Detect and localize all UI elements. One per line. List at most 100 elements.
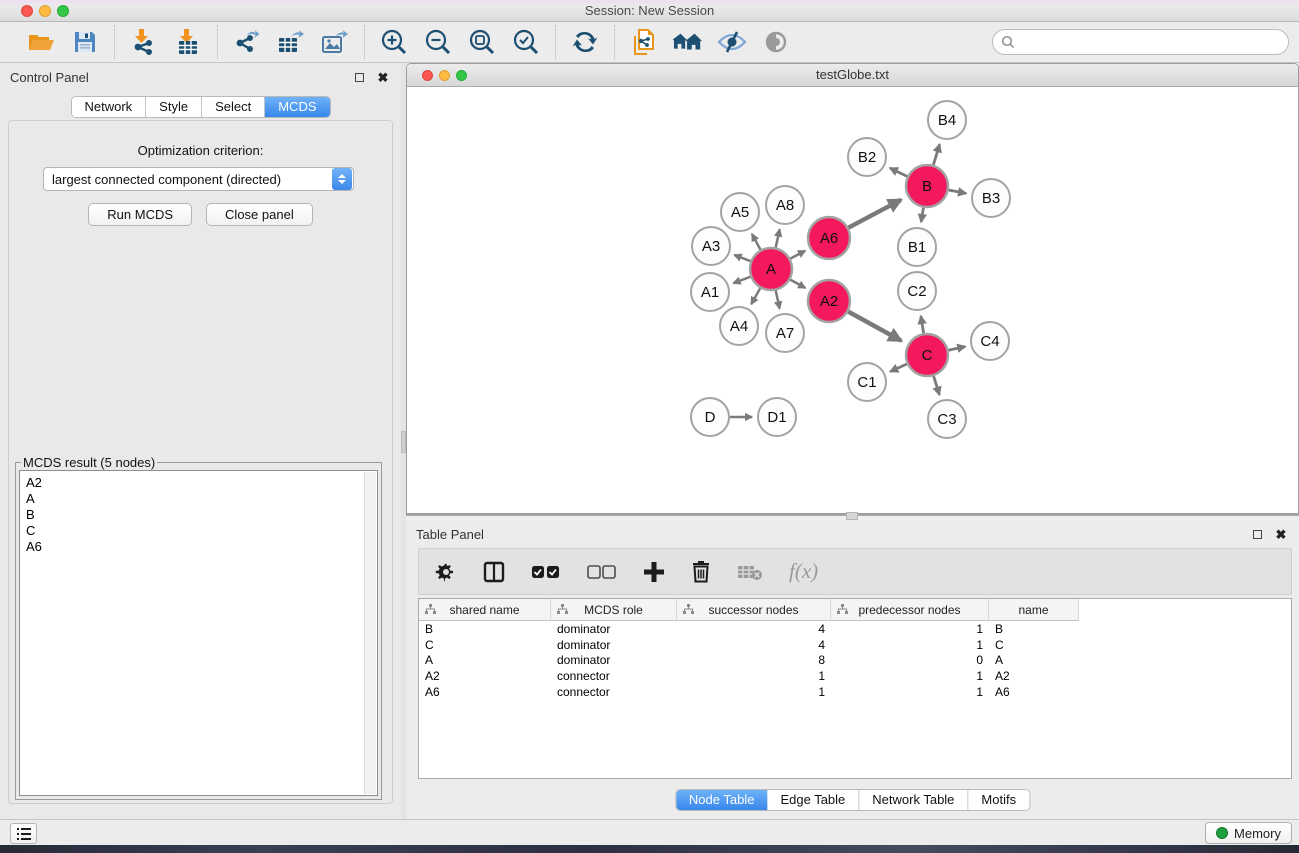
table-cell[interactable]: 1 bbox=[831, 622, 989, 636]
tab-mcds[interactable]: MCDS bbox=[265, 97, 329, 117]
edge-C-C4[interactable] bbox=[948, 347, 965, 351]
node-A1[interactable]: A1 bbox=[691, 273, 729, 311]
table-row[interactable]: A6connector11A6 bbox=[419, 684, 1291, 700]
maximize-window-icon[interactable] bbox=[57, 5, 69, 17]
add-icon[interactable] bbox=[643, 561, 665, 583]
node-C[interactable]: C bbox=[906, 334, 948, 376]
mcds-result-list[interactable]: A2ABCA6 bbox=[19, 470, 378, 796]
table-cell[interactable]: A6 bbox=[989, 685, 1079, 699]
search-field[interactable] bbox=[992, 29, 1289, 55]
edge-C-C2[interactable] bbox=[921, 316, 924, 333]
search-input[interactable] bbox=[1015, 32, 1288, 52]
network-canvas[interactable]: B4B2BB3A8A5A6A3B1AA1C2A2A4A7C4CC1C3DD1 bbox=[407, 87, 1298, 513]
zoom-in-icon[interactable] bbox=[379, 27, 409, 57]
table-cell[interactable]: dominator bbox=[551, 638, 677, 652]
column-header-shared-name[interactable]: shared name bbox=[419, 599, 551, 621]
close-view-icon[interactable] bbox=[422, 70, 433, 81]
tab-select[interactable]: Select bbox=[202, 97, 265, 117]
node-A[interactable]: A bbox=[750, 248, 792, 290]
node-B1[interactable]: B1 bbox=[898, 228, 936, 266]
node-A2[interactable]: A2 bbox=[808, 280, 850, 322]
table-cell[interactable]: C bbox=[419, 638, 551, 652]
edge-A6-B[interactable] bbox=[848, 200, 901, 228]
close-table-panel-icon[interactable]: ✖ bbox=[1273, 526, 1289, 542]
edge-A-A7[interactable] bbox=[776, 290, 780, 308]
table-cell[interactable]: dominator bbox=[551, 653, 677, 667]
edge-A-A8[interactable] bbox=[776, 229, 780, 247]
trash-icon[interactable] bbox=[691, 560, 711, 583]
result-item[interactable]: B bbox=[26, 507, 377, 523]
float-table-panel-icon[interactable] bbox=[1249, 526, 1265, 542]
edge-B-B4[interactable] bbox=[933, 144, 939, 165]
table-cell[interactable]: 4 bbox=[677, 622, 831, 636]
minimize-window-icon[interactable] bbox=[39, 5, 51, 17]
close-window-icon[interactable] bbox=[21, 5, 33, 17]
node-B[interactable]: B bbox=[906, 165, 948, 207]
result-item[interactable]: A6 bbox=[26, 539, 377, 555]
edge-C-C3[interactable] bbox=[934, 376, 940, 395]
node-B2[interactable]: B2 bbox=[848, 138, 886, 176]
network-graph[interactable]: B4B2BB3A8A5A6A3B1AA1C2A2A4A7C4CC1C3DD1 bbox=[407, 87, 1298, 514]
table-cell[interactable]: A6 bbox=[419, 685, 551, 699]
column-header-name[interactable]: name bbox=[989, 599, 1079, 621]
table-cell[interactable]: B bbox=[989, 622, 1079, 636]
table-cell[interactable]: connector bbox=[551, 685, 677, 699]
refresh-icon[interactable] bbox=[570, 27, 600, 57]
edge-A-A5[interactable] bbox=[752, 234, 761, 250]
hide-eye-icon[interactable] bbox=[717, 27, 747, 57]
network-window-titlebar[interactable]: testGlobe.txt bbox=[407, 64, 1298, 87]
zoom-fit-icon[interactable] bbox=[467, 27, 497, 57]
node-A6[interactable]: A6 bbox=[808, 217, 850, 259]
edge-A2-C[interactable] bbox=[848, 312, 901, 341]
memory-button[interactable]: Memory bbox=[1205, 822, 1292, 844]
table-cell[interactable]: A bbox=[419, 653, 551, 667]
show-eye-icon[interactable] bbox=[761, 27, 791, 57]
open-folder-icon[interactable] bbox=[26, 27, 56, 57]
table-row[interactable]: Cdominator41C bbox=[419, 637, 1291, 653]
table-cell[interactable]: 1 bbox=[831, 638, 989, 652]
table-cell[interactable]: A2 bbox=[989, 669, 1079, 683]
node-A7[interactable]: A7 bbox=[766, 314, 804, 352]
column-header-successor-nodes[interactable]: successor nodes bbox=[677, 599, 831, 621]
table-cell[interactable]: 1 bbox=[677, 669, 831, 683]
result-scrollbar[interactable] bbox=[364, 472, 376, 794]
node-C3[interactable]: C3 bbox=[928, 400, 966, 438]
close-panel-button[interactable]: Close panel bbox=[206, 203, 313, 226]
select-all-icon[interactable] bbox=[531, 564, 561, 580]
edge-C-C1[interactable] bbox=[890, 364, 907, 372]
tab-style[interactable]: Style bbox=[146, 97, 202, 117]
home-icon[interactable] bbox=[673, 27, 703, 57]
deselect-all-icon[interactable] bbox=[587, 564, 617, 580]
node-C4[interactable]: C4 bbox=[971, 322, 1009, 360]
export-table-icon[interactable] bbox=[276, 27, 306, 57]
import-network-icon[interactable] bbox=[129, 27, 159, 57]
column-header-MCDS-role[interactable]: MCDS role bbox=[551, 599, 677, 621]
edge-A-A3[interactable] bbox=[734, 255, 750, 261]
node-B4[interactable]: B4 bbox=[928, 101, 966, 139]
gear-icon[interactable] bbox=[435, 561, 457, 583]
export-image-icon[interactable] bbox=[320, 27, 350, 57]
float-panel-icon[interactable] bbox=[351, 69, 367, 85]
table-cell[interactable]: connector bbox=[551, 669, 677, 683]
table-cell[interactable]: 8 bbox=[677, 653, 831, 667]
node-D[interactable]: D bbox=[691, 398, 729, 436]
edge-B-B3[interactable] bbox=[949, 190, 966, 193]
result-item[interactable]: C bbox=[26, 523, 377, 539]
node-A8[interactable]: A8 bbox=[766, 186, 804, 224]
table-cell[interactable]: C bbox=[989, 638, 1079, 652]
delete-table-icon[interactable] bbox=[737, 563, 763, 581]
node-A4[interactable]: A4 bbox=[720, 307, 758, 345]
table-cell[interactable]: A2 bbox=[419, 669, 551, 683]
node-A3[interactable]: A3 bbox=[692, 227, 730, 265]
node-B3[interactable]: B3 bbox=[972, 179, 1010, 217]
maximize-view-icon[interactable] bbox=[456, 70, 467, 81]
table-cell[interactable]: 0 bbox=[831, 653, 989, 667]
table-cell[interactable]: 1 bbox=[677, 685, 831, 699]
column-header-predecessor-nodes[interactable]: predecessor nodes bbox=[831, 599, 989, 621]
tab-network[interactable]: Network bbox=[71, 97, 146, 117]
node-A5[interactable]: A5 bbox=[721, 193, 759, 231]
table-cell[interactable]: dominator bbox=[551, 622, 677, 636]
columns-icon[interactable] bbox=[483, 561, 505, 583]
table-cell[interactable]: 4 bbox=[677, 638, 831, 652]
zoom-out-icon[interactable] bbox=[423, 27, 453, 57]
